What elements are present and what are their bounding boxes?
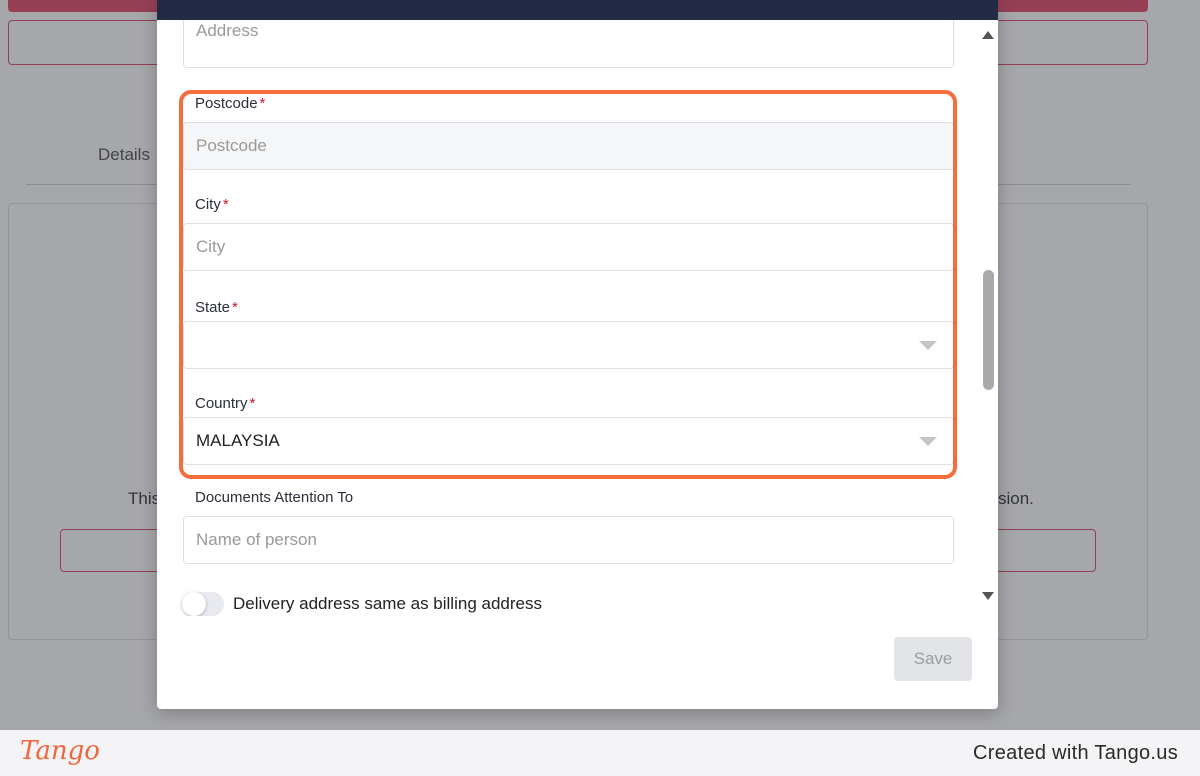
toggle-knob [182,592,206,616]
scroll-down-icon[interactable] [982,592,994,600]
country-required-mark: * [249,395,256,412]
documents-attention-input[interactable]: Name of person [183,516,954,564]
address-input[interactable]: Address [183,20,954,68]
chevron-down-icon [919,437,937,446]
documents-attention-label: Documents Attention To [195,489,354,506]
country-select[interactable]: MALAYSIA [183,417,954,465]
country-label-text: Country [195,395,248,412]
city-label: City * [195,196,229,213]
delivery-same-label: Delivery address same as billing address [233,594,542,613]
address-modal: Address Postcode * Postcode City * City St… [157,0,998,709]
city-required-mark: * [222,196,229,213]
postcode-input[interactable]: Postcode [183,122,954,170]
city-placeholder: City [196,237,226,256]
tango-footer: Tango Created with Tango.us [0,730,1200,776]
country-label: Country * [195,395,255,412]
save-button[interactable]: Save [894,637,972,681]
tango-logo: Tango [20,736,100,766]
address-placeholder: Address [196,21,259,40]
postcode-label-text: Postcode [195,95,258,112]
postcode-placeholder: Postcode [196,136,267,155]
modal-scroll-area[interactable]: Address Postcode * Postcode City * City St… [157,20,998,616]
state-select[interactable] [183,321,954,369]
chevron-down-icon [919,341,937,350]
country-value: MALAYSIA [196,431,280,450]
postcode-label: Postcode * [195,95,265,112]
city-input[interactable]: City [183,223,954,271]
tango-credit: Created with Tango.us [973,742,1178,764]
modal-header [157,0,998,20]
scrollbar-thumb[interactable] [983,270,994,390]
postcode-required-mark: * [259,95,266,112]
delivery-same-toggle[interactable] [182,592,224,616]
state-label: State * [195,299,238,316]
state-required-mark: * [232,299,238,316]
city-label-text: City [195,196,221,213]
state-label-text: State [195,299,231,316]
documents-attention-placeholder: Name of person [196,530,317,549]
scroll-up-icon[interactable] [982,31,994,39]
